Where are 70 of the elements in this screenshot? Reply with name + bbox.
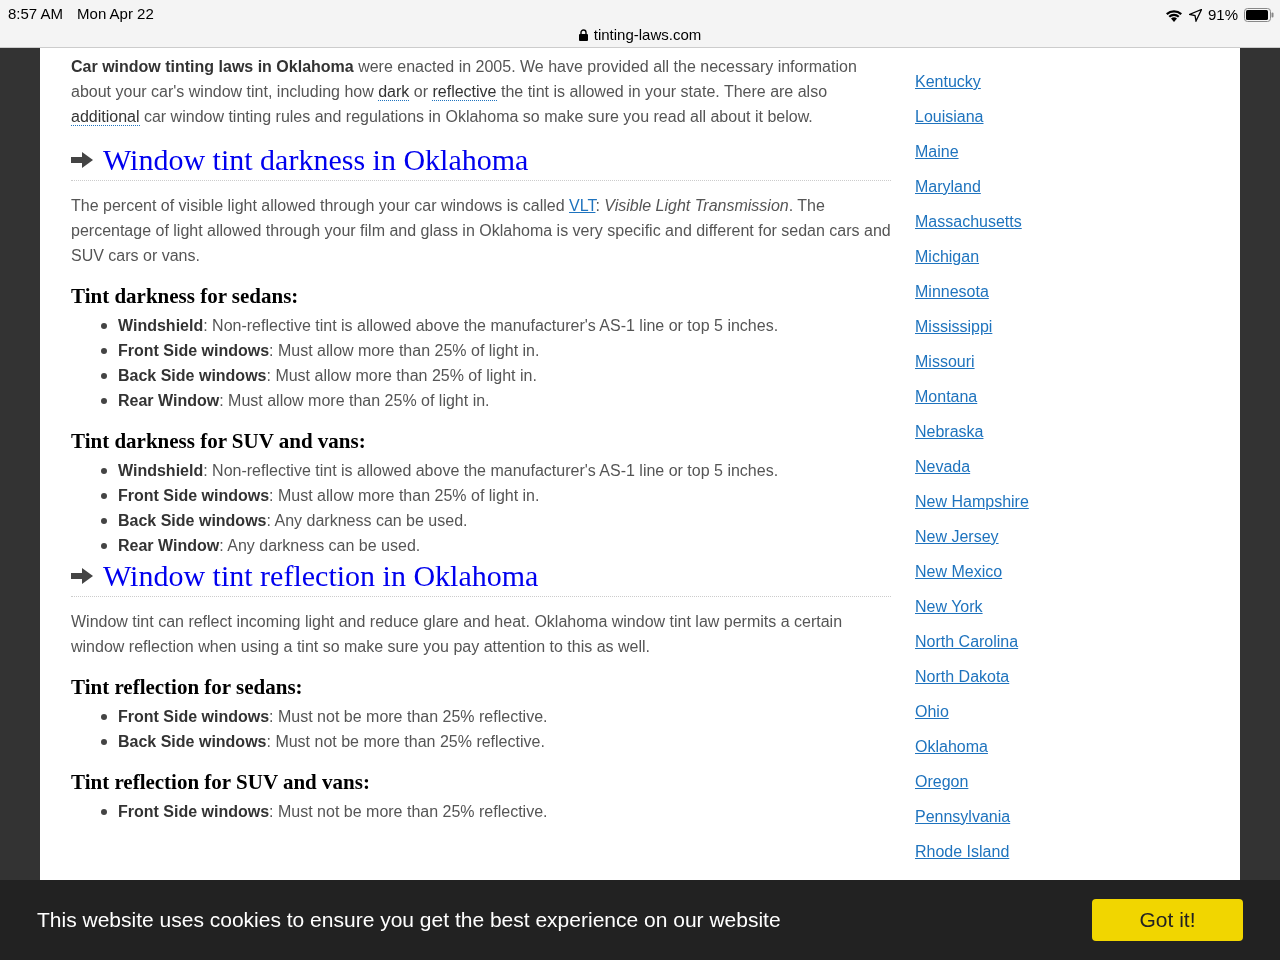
- bullet-icon: [101, 492, 107, 499]
- status-date: Mon Apr 22: [77, 4, 154, 24]
- wifi-icon: [1164, 8, 1183, 22]
- state-link[interactable]: Massachusetts: [915, 211, 1022, 233]
- bullet-icon: [101, 467, 107, 474]
- state-link[interactable]: Minnesota: [915, 281, 989, 303]
- status-time: 8:57 AM: [8, 4, 64, 24]
- address-bar[interactable]: tinting-laws.com: [593, 24, 702, 47]
- bullet-icon: [101, 372, 107, 379]
- bullet-icon: [101, 347, 107, 354]
- rule-text: Rear Window: Must allow more than 25% of light in.: [118, 391, 490, 411]
- state-link[interactable]: Maryland: [915, 176, 981, 198]
- state-link[interactable]: Ohio: [915, 701, 949, 723]
- bullet-icon: [101, 517, 107, 524]
- state-link[interactable]: Kentucky: [915, 71, 981, 93]
- state-link[interactable]: New Hampshire: [915, 491, 1029, 513]
- section-heading: Window tint darkness in Oklahoma: [103, 142, 529, 178]
- rule-text: Back Side windows: Must allow more than 25% of light in.: [118, 366, 537, 386]
- bullet-icon: [101, 542, 107, 549]
- rule-text: Windshield: Non-reflective tint is allowed above the manufacturer's AS-1 line or top 5 inches.: [118, 461, 779, 481]
- term-link[interactable]: reflective: [432, 83, 497, 101]
- rule-text: Front Side windows: Must allow more than 25% of light in.: [118, 341, 540, 361]
- bullet-icon: [101, 713, 107, 720]
- state-link[interactable]: Michigan: [915, 246, 980, 268]
- bullet-icon: [101, 738, 107, 745]
- state-link[interactable]: Mississippi: [915, 316, 993, 338]
- subheading: Tint reflection for sedans:: [71, 674, 304, 701]
- paragraph: Car window tinting laws in Oklahoma were enacted in 2005. We have provided all the necessary information about your car's window tint, including how dark or reflective the tint is allowed in your state. There are also additional car window tinting rules and regulations in Oklahoma so make sure you read all about it below.: [71, 57, 858, 128]
- bullet-icon: [101, 808, 107, 815]
- state-link[interactable]: Pennsylvania: [915, 806, 1011, 828]
- vlt-link[interactable]: VLT: [569, 197, 596, 214]
- state-link[interactable]: North Carolina: [915, 631, 1019, 653]
- rule-text: Front Side windows: Must allow more than 25% of light in.: [118, 486, 540, 506]
- rule-text: Back Side windows: Any darkness can be used.: [118, 511, 468, 531]
- arrow-icon: [71, 152, 93, 168]
- arrow-icon: [71, 568, 93, 584]
- state-link[interactable]: Oregon: [915, 771, 969, 793]
- paragraph: The percent of visible light allowed through your car windows is called VLT: Visible Light Transmission. The percentage of light allowed through your film and glass in Oklahoma is very specific and different for sedan cars and SUV cars or vans.: [71, 196, 891, 266]
- state-link[interactable]: Maine: [915, 141, 959, 163]
- subheading: Tint darkness for sedans:: [71, 283, 300, 310]
- state-link[interactable]: Montana: [915, 386, 978, 408]
- location-arrow-icon: [1188, 8, 1202, 22]
- state-link[interactable]: New Jersey: [915, 526, 999, 548]
- rule-text: Rear Window: Any darkness can be used.: [118, 536, 421, 556]
- subheading: Tint reflection for SUV and vans:: [71, 769, 371, 796]
- state-link[interactable]: Nebraska: [915, 421, 984, 443]
- state-link[interactable]: North Dakota: [915, 666, 1010, 688]
- rule-text: Windshield: Non-reflective tint is allowed above the manufacturer's AS-1 line or top 5 inches.: [118, 316, 779, 336]
- state-link[interactable]: Nevada: [915, 456, 971, 478]
- term-link[interactable]: dark: [378, 83, 410, 101]
- battery-percent: 91%: [1207, 5, 1238, 25]
- term-link[interactable]: additional: [71, 108, 140, 126]
- bullet-icon: [101, 397, 107, 404]
- section-heading: Window tint reflection in Oklahoma: [103, 558, 539, 594]
- got-it-button[interactable]: Got it!: [1092, 899, 1243, 941]
- state-link[interactable]: New Mexico: [915, 561, 1003, 583]
- cookie-message: This website uses cookies to ensure you get the best experience on our website: [37, 907, 781, 934]
- paragraph: Window tint can reflect incoming light and reduce glare and heat. Oklahoma window tint law permits a certain window reflection when using a tint so make sure you pay attention to this as well.: [71, 612, 844, 657]
- rule-text: Front Side windows: Must not be more than 25% reflective.: [118, 707, 548, 727]
- state-link[interactable]: Rhode Island: [915, 841, 1010, 863]
- lock-icon: [578, 29, 588, 42]
- subheading: Tint darkness for SUV and vans:: [71, 428, 367, 455]
- battery-icon: [1244, 8, 1274, 23]
- state-link[interactable]: Missouri: [915, 351, 975, 373]
- state-link[interactable]: Louisiana: [915, 106, 984, 128]
- bullet-icon: [101, 322, 107, 329]
- rule-text: Back Side windows: Must not be more than 25% reflective.: [118, 732, 545, 752]
- rule-text: Front Side windows: Must not be more than 25% reflective.: [118, 802, 548, 822]
- state-link[interactable]: New York: [915, 596, 983, 618]
- state-link[interactable]: Oklahoma: [915, 736, 988, 758]
